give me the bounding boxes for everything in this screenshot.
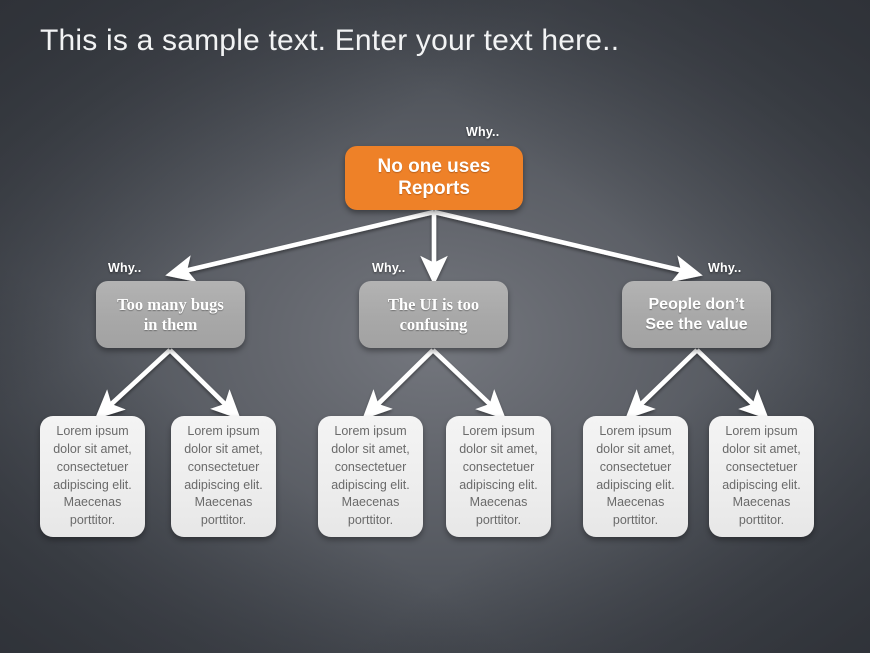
connector-mid2-to-leaf-4 bbox=[431, 348, 506, 420]
node-leaf-1[interactable]: Lorem ipsum dolor sit amet, consectetuer… bbox=[40, 416, 145, 537]
connector-mid1-to-leaf-2 bbox=[168, 348, 241, 420]
why-label-mid-3: Why.. bbox=[708, 261, 742, 275]
node-leaf-3-text: Lorem ipsum dolor sit amet, consectetuer… bbox=[331, 424, 410, 527]
node-root[interactable]: No one uses Reports bbox=[345, 146, 523, 210]
node-mid-2-line1: The UI is too bbox=[387, 294, 480, 314]
node-leaf-1-text: Lorem ipsum dolor sit amet, consectetuer… bbox=[53, 424, 132, 527]
why-label-root: Why.. bbox=[466, 125, 500, 139]
node-mid-2[interactable]: The UI is too confusing bbox=[359, 281, 508, 348]
why-label-mid-2: Why.. bbox=[372, 261, 406, 275]
node-mid-1-line2: in them bbox=[143, 314, 198, 334]
node-mid-3-line1: People don’t bbox=[648, 296, 745, 314]
why-label-mid-1: Why.. bbox=[108, 261, 142, 275]
node-mid-1-line1: Too many bugs bbox=[117, 294, 224, 314]
node-leaf-2[interactable]: Lorem ipsum dolor sit amet, consectetuer… bbox=[171, 416, 276, 537]
connector-mid2-to-leaf-3 bbox=[362, 348, 435, 420]
node-mid-1-text: Too many bugs in them bbox=[117, 295, 224, 335]
node-leaf-5[interactable]: Lorem ipsum dolor sit amet, consectetuer… bbox=[583, 416, 688, 537]
connector-mid1-to-leaf-1 bbox=[94, 348, 172, 420]
node-root-text: No one uses Reports bbox=[378, 156, 491, 201]
node-mid-1[interactable]: Too many bugs in them bbox=[96, 281, 245, 348]
node-mid-3-text: People don’t See the value bbox=[645, 295, 747, 333]
connector-mid3-to-leaf-5 bbox=[625, 348, 699, 420]
node-mid-2-line2: confusing bbox=[399, 314, 468, 334]
node-leaf-2-text: Lorem ipsum dolor sit amet, consectetuer… bbox=[184, 424, 263, 527]
slide-canvas: This is a sample text. Enter your text h… bbox=[0, 0, 870, 653]
node-leaf-4[interactable]: Lorem ipsum dolor sit amet, consectetuer… bbox=[446, 416, 551, 537]
connector-root-to-mid-3 bbox=[433, 209, 703, 283]
page-title: This is a sample text. Enter your text h… bbox=[40, 24, 620, 57]
node-mid-3[interactable]: People don’t See the value bbox=[622, 281, 771, 348]
node-leaf-5-text: Lorem ipsum dolor sit amet, consectetuer… bbox=[596, 424, 675, 527]
node-leaf-3[interactable]: Lorem ipsum dolor sit amet, consectetuer… bbox=[318, 416, 423, 537]
node-root-line1: No one uses bbox=[377, 155, 491, 177]
node-root-line2: Reports bbox=[398, 178, 470, 199]
node-leaf-6-text: Lorem ipsum dolor sit amet, consectetuer… bbox=[722, 424, 801, 527]
node-mid-2-text: The UI is too confusing bbox=[388, 295, 479, 335]
node-mid-3-line2: See the value bbox=[645, 315, 748, 333]
connector-mid3-to-leaf-6 bbox=[695, 348, 769, 420]
node-leaf-4-text: Lorem ipsum dolor sit amet, consectetuer… bbox=[459, 424, 538, 527]
node-leaf-6[interactable]: Lorem ipsum dolor sit amet, consectetuer… bbox=[709, 416, 814, 537]
